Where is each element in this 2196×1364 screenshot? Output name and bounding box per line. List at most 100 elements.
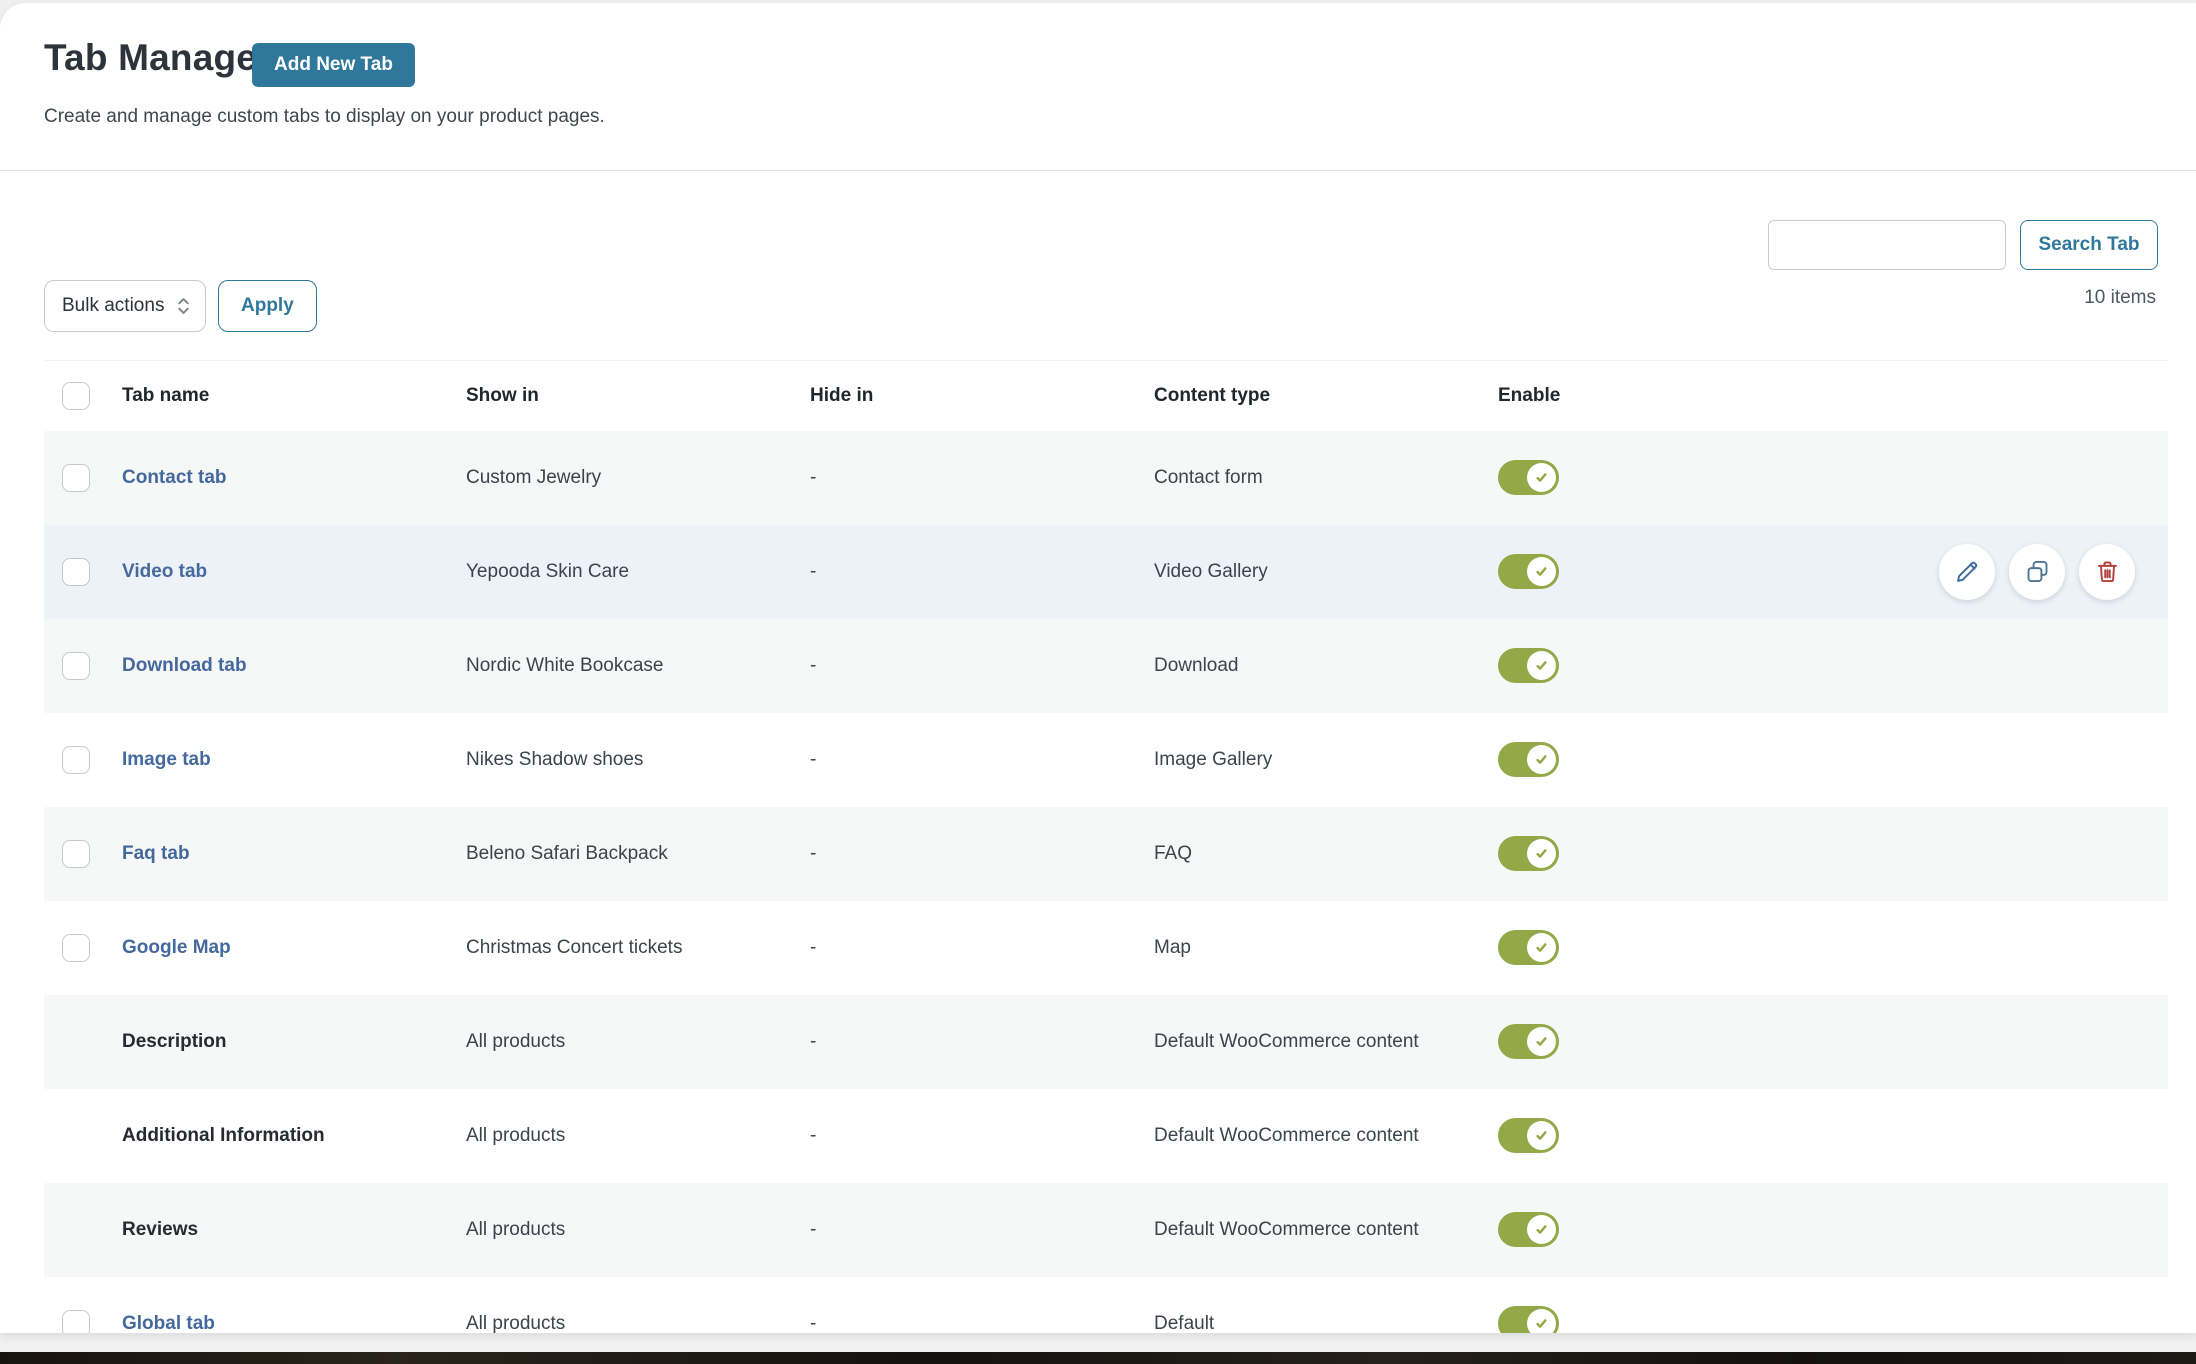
column-header-hide-in: Hide in <box>798 361 1142 431</box>
tab-name-link[interactable]: Google Map <box>122 937 231 958</box>
content-type-value: Contact form <box>1154 467 1263 488</box>
toggle-knob <box>1527 557 1556 586</box>
enable-toggle[interactable] <box>1498 554 1559 589</box>
tab-name-link[interactable]: Video tab <box>122 561 207 582</box>
row-checkbox[interactable] <box>62 746 90 774</box>
hide-in-value: - <box>810 1125 816 1146</box>
items-count: 10 items <box>2084 287 2156 309</box>
admin-page-card: Tab Manager Add New Tab Create and manag… <box>0 3 2196 1333</box>
column-header-show-in: Show in <box>454 361 798 431</box>
column-header-enable: Enable <box>1486 361 2168 431</box>
toggle-knob <box>1527 651 1556 680</box>
check-icon <box>1533 563 1550 580</box>
table-body: Contact tab Custom Jewelry - Contact form Vi… <box>44 431 2168 1334</box>
toggle-knob <box>1527 933 1556 962</box>
check-icon <box>1533 1315 1550 1332</box>
content-type-value: Download <box>1154 655 1239 676</box>
toggle-knob <box>1527 1121 1556 1150</box>
content-type-value: Default WooCommerce content <box>1154 1125 1419 1146</box>
tab-name-text: Reviews <box>122 1219 198 1240</box>
table-row: Google MapChristmas Concert tickets-Map <box>44 901 2168 995</box>
hide-in-value: - <box>810 655 816 676</box>
table-row: Image tab Nikes Shadow shoes - Image Galler… <box>44 713 2168 807</box>
toggle-knob <box>1527 1215 1556 1244</box>
apply-button[interactable]: Apply <box>218 280 317 332</box>
hide-in-value: - <box>810 749 816 770</box>
tab-name-link[interactable]: Contact tab <box>122 467 227 488</box>
tab-name-link[interactable]: Image tab <box>122 749 211 770</box>
check-icon <box>1533 845 1550 862</box>
row-checkbox[interactable] <box>62 558 90 586</box>
toggle-knob <box>1527 1027 1556 1056</box>
select-chevrons-icon <box>175 293 192 319</box>
check-icon <box>1533 469 1550 486</box>
tab-name-text: Additional Information <box>122 1125 325 1146</box>
toggle-knob <box>1527 839 1556 868</box>
tab-name-text: Description <box>122 1031 227 1052</box>
toggle-knob <box>1527 745 1556 774</box>
page-title: Tab Manager <box>44 37 272 79</box>
content-type-value: FAQ <box>1154 843 1192 864</box>
table-row: Download tabNordic White Bookcase-Downlo… <box>44 619 2168 713</box>
row-checkbox[interactable] <box>62 464 90 492</box>
table-row: Contact tabCustom Jewelry-Contact form <box>44 431 2168 525</box>
show-in-value: All products <box>466 1219 565 1240</box>
bulk-actions-label: Bulk actions <box>62 295 164 317</box>
enable-toggle[interactable] <box>1498 1118 1559 1153</box>
enable-toggle[interactable] <box>1498 930 1559 965</box>
show-in-value: Custom Jewelry <box>466 467 601 488</box>
bulk-actions-select[interactable]: Bulk actions <box>44 280 206 332</box>
pencil-icon <box>1954 558 1981 585</box>
table-row: ReviewsAll products-Default WooCommerce … <box>44 1183 2168 1277</box>
enable-toggle[interactable] <box>1498 1024 1559 1059</box>
content-type-value: Video Gallery <box>1154 561 1268 582</box>
tab-name-link[interactable]: Global tab <box>122 1313 215 1334</box>
hide-in-value: - <box>810 561 816 582</box>
select-all-checkbox[interactable] <box>62 382 90 410</box>
enable-toggle[interactable] <box>1498 836 1559 871</box>
page-subtitle: Create and manage custom tabs to display… <box>44 106 605 128</box>
enable-toggle[interactable] <box>1498 648 1559 683</box>
trash-icon <box>2094 558 2121 585</box>
row-checkbox[interactable] <box>62 934 90 962</box>
tab-name-link[interactable]: Download tab <box>122 655 247 676</box>
toggle-knob <box>1527 1309 1556 1333</box>
table-row: Video tab Yepooda Skin Care - Video Gallery <box>44 525 2168 619</box>
check-icon <box>1533 1221 1550 1238</box>
delete-button[interactable] <box>2079 544 2135 600</box>
show-in-value: All products <box>466 1125 565 1146</box>
content-type-value: Image Gallery <box>1154 749 1272 770</box>
duplicate-button[interactable] <box>2009 544 2065 600</box>
show-in-value: Yepooda Skin Care <box>466 561 629 582</box>
column-header-tab-name: Tab name <box>110 361 454 431</box>
enable-toggle[interactable] <box>1498 1306 1559 1333</box>
edit-button[interactable] <box>1939 544 1995 600</box>
check-icon <box>1533 939 1550 956</box>
enable-toggle[interactable] <box>1498 742 1559 777</box>
row-actions <box>1939 544 2135 600</box>
search-input[interactable] <box>1768 220 2006 270</box>
content-type-value: Map <box>1154 937 1191 958</box>
page-header: Tab Manager Add New Tab Create and manag… <box>0 3 2196 171</box>
check-icon <box>1533 751 1550 768</box>
hide-in-value: - <box>810 843 816 864</box>
hide-in-value: - <box>810 937 816 958</box>
show-in-value: Beleno Safari Backpack <box>466 843 668 864</box>
row-checkbox[interactable] <box>62 840 90 868</box>
hide-in-value: - <box>810 1313 816 1334</box>
row-checkbox[interactable] <box>62 1310 90 1334</box>
table-row: Faq tab Beleno Safari Backpack - FAQ <box>44 807 2168 901</box>
row-checkbox[interactable] <box>62 652 90 680</box>
check-icon <box>1533 1127 1550 1144</box>
add-new-tab-button[interactable]: Add New Tab <box>252 43 415 87</box>
hide-in-value: - <box>810 1031 816 1052</box>
search-tab-button[interactable]: Search Tab <box>2020 220 2158 270</box>
table-row: DescriptionAll products-Default WooComme… <box>44 995 2168 1089</box>
enable-toggle[interactable] <box>1498 1212 1559 1247</box>
enable-toggle[interactable] <box>1498 460 1559 495</box>
check-icon <box>1533 657 1550 674</box>
tab-name-link[interactable]: Faq tab <box>122 843 190 864</box>
show-in-value: Nikes Shadow shoes <box>466 749 643 770</box>
show-in-value: All products <box>466 1031 565 1052</box>
duplicate-icon <box>2024 558 2051 585</box>
